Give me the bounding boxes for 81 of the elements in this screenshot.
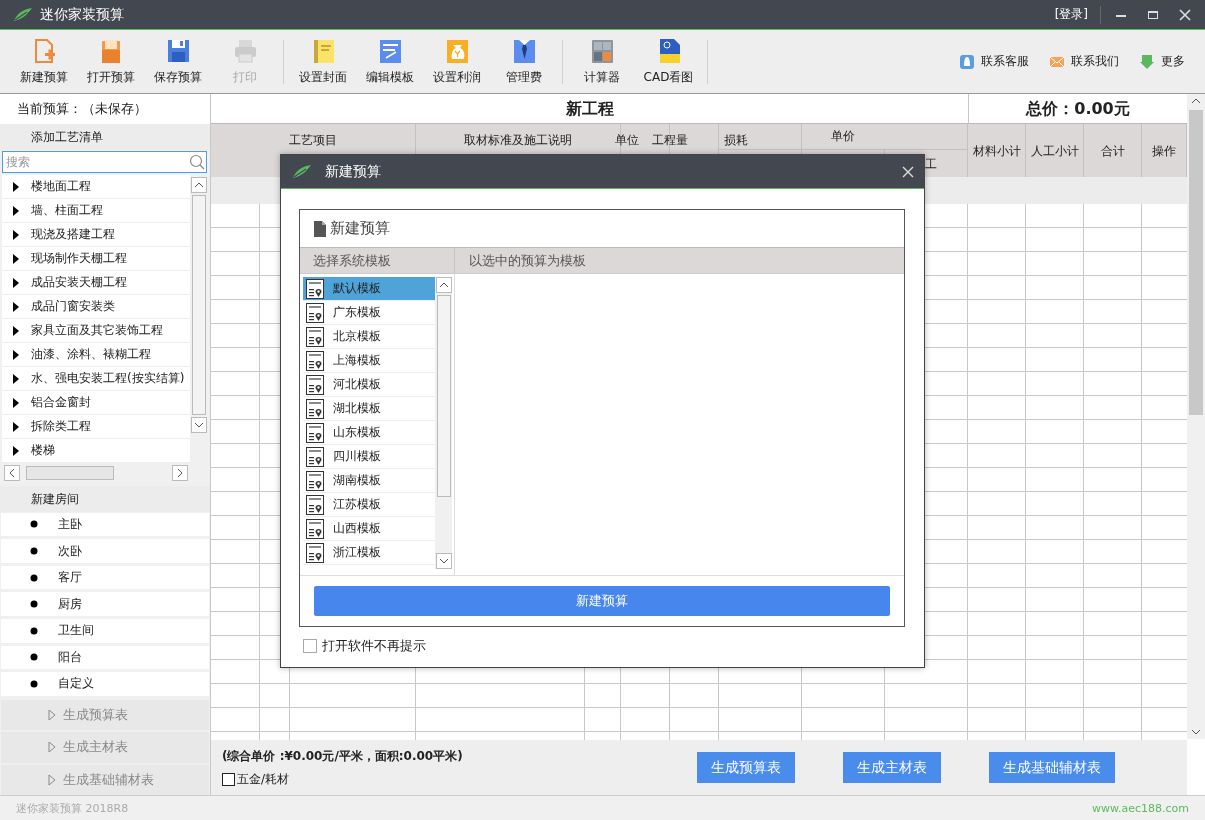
- tree-item[interactable]: 楼地面工程: [2, 175, 190, 199]
- template-item[interactable]: 浙江模板: [303, 541, 435, 565]
- template-item[interactable]: 默认模板: [303, 277, 435, 301]
- toolbar-button[interactable]: 新建预算: [10, 37, 77, 86]
- map-pin-document-icon: [306, 350, 324, 371]
- bullet-icon: [30, 653, 38, 662]
- template-item[interactable]: 北京模板: [303, 325, 435, 349]
- map-pin-document-icon: [306, 470, 324, 491]
- down-arrow-icon: [1139, 53, 1155, 70]
- scrollbar-thumb[interactable]: [436, 295, 451, 497]
- toolbar-link[interactable]: 联系客服: [959, 53, 1029, 70]
- create-button[interactable]: 新建预算: [314, 586, 890, 616]
- bullet-icon: [30, 573, 38, 582]
- bullet-icon: [30, 547, 38, 555]
- close-icon[interactable]: [1179, 8, 1191, 21]
- toolbar-button[interactable]: 编辑模板: [356, 37, 423, 86]
- scrollbar-thumb[interactable]: [26, 465, 114, 480]
- template-item[interactable]: 山西模板: [303, 517, 435, 541]
- map-pin-document-icon: [306, 326, 324, 347]
- room-item[interactable]: 主卧: [1, 512, 209, 537]
- bullet-icon: [30, 626, 38, 635]
- template-item[interactable]: 山东模板: [303, 421, 435, 445]
- login-link[interactable]: [登录]: [1054, 6, 1088, 23]
- toolbar-link[interactable]: 联系我们: [1049, 53, 1119, 70]
- section-header: 添加工艺清单: [0, 124, 210, 150]
- checkbox[interactable]: 打开软件不再提示: [303, 637, 905, 655]
- toolbar-button[interactable]: 管理费: [490, 37, 557, 86]
- close-icon[interactable]: [902, 165, 914, 178]
- room-item[interactable]: 次卧: [1, 539, 209, 563]
- map-pin-document-icon: [306, 446, 324, 467]
- triangle-icon: [48, 708, 56, 721]
- template-item[interactable]: 河北模板: [303, 373, 435, 397]
- toolbar-link[interactable]: 更多: [1139, 53, 1185, 70]
- window-title: 迷你家装预算: [40, 5, 124, 24]
- search-icon: [189, 154, 205, 170]
- scrollbar-thumb[interactable]: [1189, 110, 1203, 415]
- current-budget-label: 当前预算：（未保存）: [0, 94, 210, 124]
- summary-text: (综合单价 :¥0.00元/平米，面积:0.00平米): [222, 747, 464, 765]
- toolbar-button[interactable]: 设置利润: [423, 37, 490, 86]
- template-item[interactable]: 湖北模板: [303, 397, 435, 421]
- toolbar-button[interactable]: 打开预算: [77, 37, 144, 86]
- map-pin-document-icon: [306, 518, 324, 539]
- bullet-icon: [30, 600, 38, 609]
- template-item[interactable]: 四川模板: [303, 445, 435, 469]
- column-header: 以选中的预算为模板: [468, 252, 587, 270]
- map-pin-document-icon: [306, 374, 324, 395]
- section-header: 新建房间: [0, 485, 210, 512]
- room-item[interactable]: 客厅: [1, 565, 209, 590]
- triangle-icon: [48, 741, 56, 754]
- leaf-logo-icon: [12, 6, 34, 23]
- template-item[interactable]: 上海模板: [303, 349, 435, 373]
- room-item[interactable]: 自定义: [1, 672, 209, 696]
- map-pin-document-icon: [306, 398, 324, 419]
- triangle-icon: [48, 773, 56, 786]
- scrollbar-thumb[interactable]: [192, 195, 206, 415]
- leaf-logo-icon: [291, 163, 313, 180]
- search-field[interactable]: 搜索: [2, 151, 207, 173]
- map-pin-document-icon: [306, 494, 324, 515]
- map-pin-document-icon: [306, 542, 324, 563]
- toolbar-button[interactable]: CAD看图: [635, 37, 702, 86]
- bullet-icon: [30, 520, 38, 529]
- map-pin-document-icon: [306, 422, 324, 443]
- template-item[interactable]: 广东模板: [303, 301, 435, 325]
- toolbar-button[interactable]: 计算器: [568, 37, 635, 86]
- map-pin-document-icon: [306, 302, 324, 323]
- toolbar-button[interactable]: 保存预算: [144, 37, 211, 86]
- room-item[interactable]: 卫生间: [1, 618, 209, 643]
- template-item[interactable]: 江苏模板: [303, 493, 435, 517]
- sheet-title: 新工程: [564, 98, 615, 120]
- map-pin-document-icon: [306, 278, 324, 299]
- column-header: 选择系统模板: [300, 248, 455, 273]
- bullet-icon: [30, 679, 38, 688]
- checkbox[interactable]: 五金/耗材: [222, 770, 697, 788]
- room-item[interactable]: 阳台: [1, 645, 209, 670]
- dialog-title: 新建预算: [325, 162, 381, 181]
- room-item[interactable]: 厨房: [1, 592, 209, 616]
- document-icon: [314, 220, 326, 237]
- toolbar-button[interactable]: 设置封面: [289, 37, 356, 86]
- dialog-heading: 新建预算: [330, 219, 390, 238]
- version-label: 迷你家装预算 2018R8: [16, 800, 129, 816]
- template-item[interactable]: 湖南模板: [303, 469, 435, 493]
